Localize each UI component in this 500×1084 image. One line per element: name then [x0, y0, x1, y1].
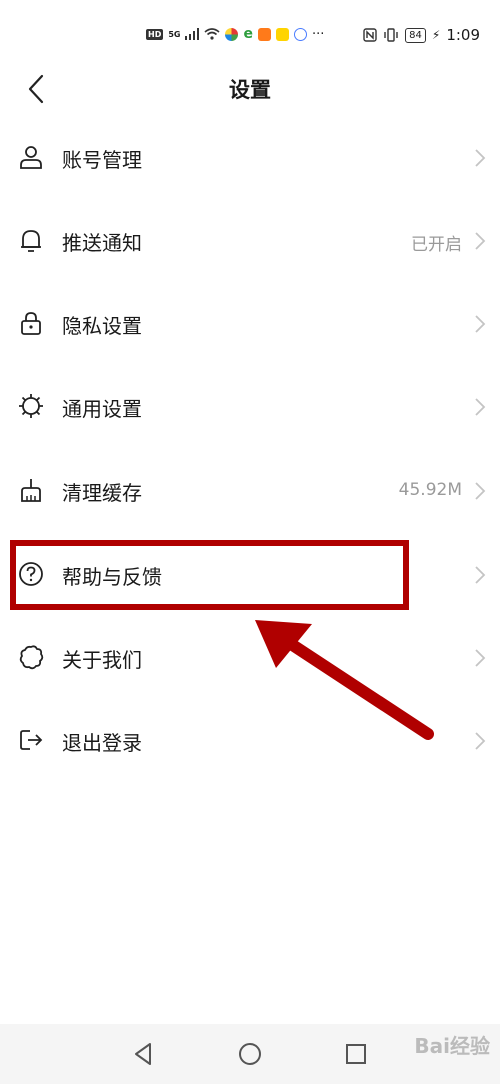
- menu-item-label: 隐私设置: [62, 314, 142, 338]
- lock-icon: [21, 312, 41, 335]
- wifi-icon: [204, 28, 221, 40]
- highlight-box: [10, 540, 409, 610]
- menu-item-notifications[interactable]: 推送通知 已开启: [0, 211, 500, 271]
- app-notification-icon: [225, 27, 239, 41]
- nfc-icon: [363, 28, 377, 42]
- menu-item-label: 清理缓存: [62, 481, 142, 505]
- broom-icon: [21, 479, 41, 502]
- menu-item-logout[interactable]: 退出登录: [0, 711, 500, 771]
- network-badge: 5G: [168, 29, 181, 39]
- notifications-status: 已开启: [411, 235, 462, 255]
- menu-item-account[interactable]: 账号管理: [0, 128, 500, 188]
- status-bar: HD 5G e ··· 84 ⚡ 1:09: [0, 0, 500, 70]
- charging-icon: ⚡: [431, 28, 441, 42]
- nav-back-icon[interactable]: [130, 1040, 158, 1068]
- video-notification-icon: [257, 27, 271, 41]
- vibrate-icon: [384, 28, 398, 42]
- chevron-right-icon: [475, 649, 486, 667]
- chevron-right-icon: [475, 149, 486, 167]
- battery-indicator: 84: [405, 27, 426, 43]
- menu-item-general[interactable]: 通用设置: [0, 377, 500, 437]
- flower-icon: [19, 645, 44, 670]
- menu-item-about[interactable]: 关于我们: [0, 628, 500, 688]
- watermark: Bai经验: [414, 1034, 490, 1058]
- menu-item-clear-cache[interactable]: 清理缓存 45.92M: [0, 461, 500, 521]
- menu-item-label: 推送通知: [62, 231, 142, 255]
- page-title: 设置: [229, 78, 271, 102]
- chevron-right-icon: [475, 566, 486, 584]
- menu-item-label: 通用设置: [62, 397, 142, 421]
- chevron-right-icon: [475, 398, 486, 416]
- chevron-right-icon: [475, 232, 486, 250]
- bell-icon: [21, 230, 41, 252]
- menu-item-label: 关于我们: [62, 648, 142, 672]
- nav-recents-icon[interactable]: [342, 1040, 370, 1068]
- gear-icon: [19, 394, 43, 418]
- more-notifications-icon: ···: [311, 26, 325, 42]
- header: 设置: [0, 68, 500, 110]
- status-left: HD 5G e ···: [146, 26, 324, 42]
- browser-notification-icon: e: [243, 26, 253, 42]
- chevron-right-icon: [475, 482, 486, 500]
- menu-item-label: 退出登录: [62, 731, 142, 755]
- clock: 1:09: [446, 26, 480, 44]
- logout-icon: [20, 730, 43, 750]
- person-icon: [20, 146, 42, 169]
- yy-notification-icon: [275, 27, 289, 41]
- chevron-right-icon: [475, 315, 486, 333]
- chevron-right-icon: [475, 732, 486, 750]
- menu-item-privacy[interactable]: 隐私设置: [0, 294, 500, 354]
- hd-badge: HD: [146, 28, 164, 40]
- cache-size: 45.92M: [398, 480, 462, 500]
- chat-notification-icon: [293, 27, 307, 41]
- status-right: 84 ⚡ 1:09: [363, 26, 480, 44]
- signal-icon: [185, 28, 200, 40]
- nav-home-icon[interactable]: [236, 1040, 264, 1068]
- menu-item-label: 账号管理: [62, 148, 142, 172]
